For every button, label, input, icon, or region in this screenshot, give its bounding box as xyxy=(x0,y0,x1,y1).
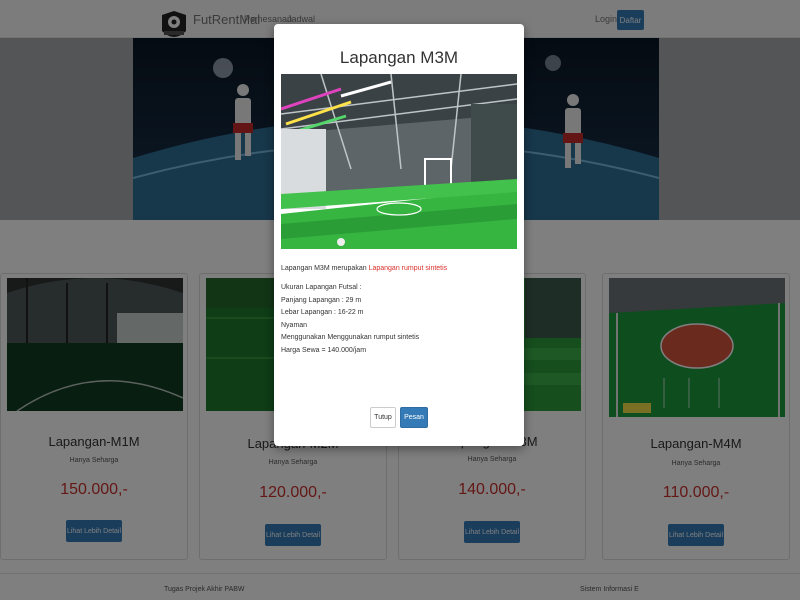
detail-line: Nyaman xyxy=(281,321,308,329)
detail-line: Lebar Lapangan : 16-22 m xyxy=(281,309,364,317)
rumput-sintetis-link[interactable]: Lapangan rumput sintetis xyxy=(369,265,448,272)
detail-modal: Lapangan M3M Lapangan M3M merupakan Lapa… xyxy=(274,24,524,446)
order-button[interactable]: Pesan xyxy=(400,407,428,428)
modal-title: Lapangan M3M xyxy=(339,48,459,67)
modal-details: Ukuran Lapangan Futsal : Panjang Lapanga… xyxy=(281,282,419,358)
modal-field-image xyxy=(281,74,517,249)
detail-line: Panjang Lapangan : 29 m xyxy=(281,296,362,304)
modal-intro: Lapangan M3M merupakan Lapangan rumput s… xyxy=(281,265,447,272)
detail-line: Harga Sewa = 140.000/jam xyxy=(281,346,367,354)
detail-line: Menggunakan Menggunakan rumput sintetis xyxy=(281,334,420,342)
detail-line: Ukuran Lapangan Futsal : xyxy=(281,284,362,291)
intro-text: Lapangan M3M merupakan xyxy=(281,265,369,272)
close-button[interactable]: Tutup xyxy=(370,407,396,428)
